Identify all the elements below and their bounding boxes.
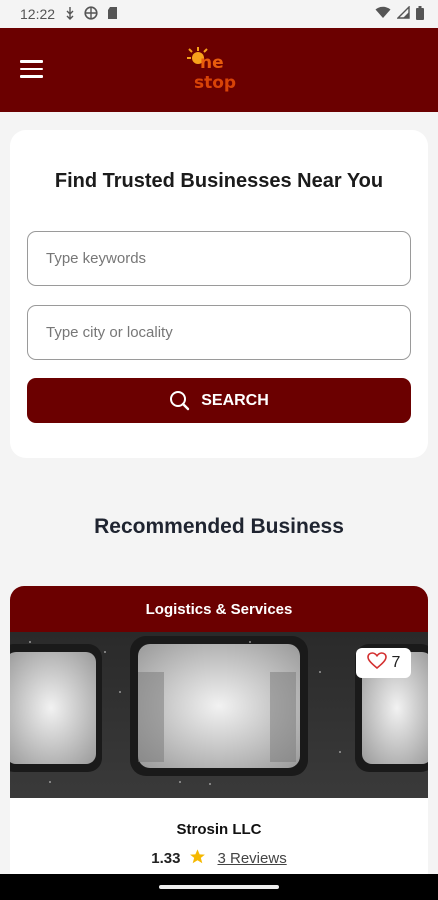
city-field[interactable] bbox=[27, 305, 411, 360]
search-title: Find Trusted Businesses Near You bbox=[54, 170, 384, 192]
keywords-field[interactable] bbox=[27, 231, 411, 286]
star-icon bbox=[189, 848, 206, 869]
wifi-icon bbox=[375, 6, 391, 22]
status-bar: 12:22 bbox=[0, 0, 438, 28]
rating-value: 1.33 bbox=[151, 850, 181, 867]
recommended-section-title: Recommended Business bbox=[94, 515, 344, 538]
svg-text:ne: ne bbox=[200, 53, 224, 73]
keywords-input[interactable] bbox=[46, 250, 410, 267]
vpn-globe-icon bbox=[84, 5, 98, 23]
status-time: 12:22 bbox=[20, 6, 56, 22]
app-header: ne stop bbox=[0, 28, 438, 112]
home-gesture-handle[interactable] bbox=[159, 885, 279, 889]
svg-text:stop: stop bbox=[194, 73, 236, 93]
city-input[interactable] bbox=[46, 324, 410, 341]
search-icon bbox=[169, 390, 191, 412]
status-right-icons bbox=[375, 5, 424, 23]
business-category: Logistics & Services bbox=[10, 586, 428, 632]
business-rating: 1.33 3 Reviews bbox=[10, 848, 428, 869]
usb-debug-icon bbox=[65, 6, 75, 23]
system-nav-bar bbox=[0, 874, 438, 900]
business-card[interactable]: Logistics & Services 7 Strosin LLC 1.33 … bbox=[10, 586, 428, 886]
signal-icon bbox=[396, 5, 410, 22]
reviews-link[interactable]: 3 Reviews bbox=[218, 850, 287, 867]
like-count: 7 bbox=[391, 654, 401, 671]
sd-card-icon bbox=[107, 6, 118, 23]
one-stop-logo[interactable]: ne stop bbox=[186, 46, 254, 94]
heart-icon bbox=[366, 651, 387, 675]
search-card: Find Trusted Businesses Near You SEARCH bbox=[10, 130, 428, 458]
like-button[interactable]: 7 bbox=[356, 648, 411, 678]
hamburger-menu-icon[interactable] bbox=[20, 60, 44, 80]
battery-icon bbox=[416, 5, 424, 23]
business-name[interactable]: Strosin LLC bbox=[10, 821, 428, 838]
business-image[interactable]: 7 bbox=[10, 632, 428, 798]
search-button[interactable]: SEARCH bbox=[27, 378, 411, 423]
search-button-label: SEARCH bbox=[201, 391, 269, 409]
